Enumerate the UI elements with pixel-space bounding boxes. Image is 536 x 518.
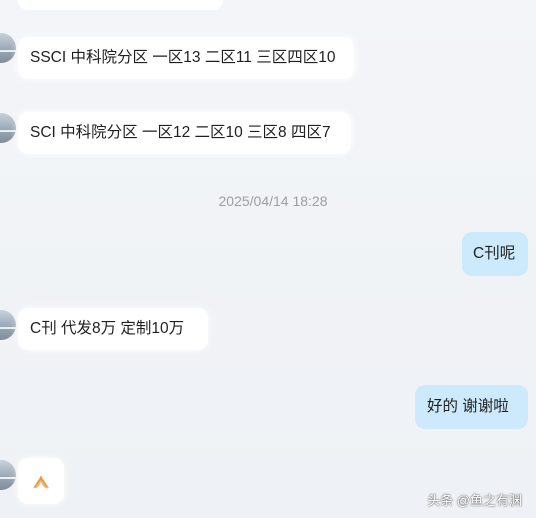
message-bubble-emoji[interactable] [18,458,64,504]
message-bubble-c-journal-price[interactable]: C刊 代发8万 定制10万 [18,308,208,350]
message-text: C刊呢 [473,245,516,262]
message-bubble-ssci[interactable]: SSCI 中科院分区 一区13 二区11 三区四区10 [18,37,354,79]
contact-avatar[interactable] [0,33,16,63]
watermark-text: 头条 @鱼之有渊 [427,493,522,508]
message-text: SSCI 中科院分区 一区13 二区11 三区四区10 [30,49,336,66]
message-bubble-thanks[interactable]: 好的 谢谢啦 [415,385,528,429]
message-bubble-c-journal-question[interactable]: C刊呢 [462,232,528,276]
contact-avatar[interactable] [0,113,16,143]
previous-message-bubble [18,0,223,10]
message-timestamp: 2025/04/14 18:28 [218,193,328,209]
contact-avatar[interactable] [0,310,16,340]
message-text: C刊 代发8万 定制10万 [30,320,185,337]
contact-avatar[interactable] [0,460,16,490]
message-bubble-sci[interactable]: SCI 中科院分区 一区12 二区10 三区8 四区7 [18,112,351,154]
praying-hands-icon [33,476,49,489]
message-text: SCI 中科院分区 一区12 二区10 三区8 四区7 [30,124,331,141]
message-text: 好的 谢谢啦 [427,398,509,415]
